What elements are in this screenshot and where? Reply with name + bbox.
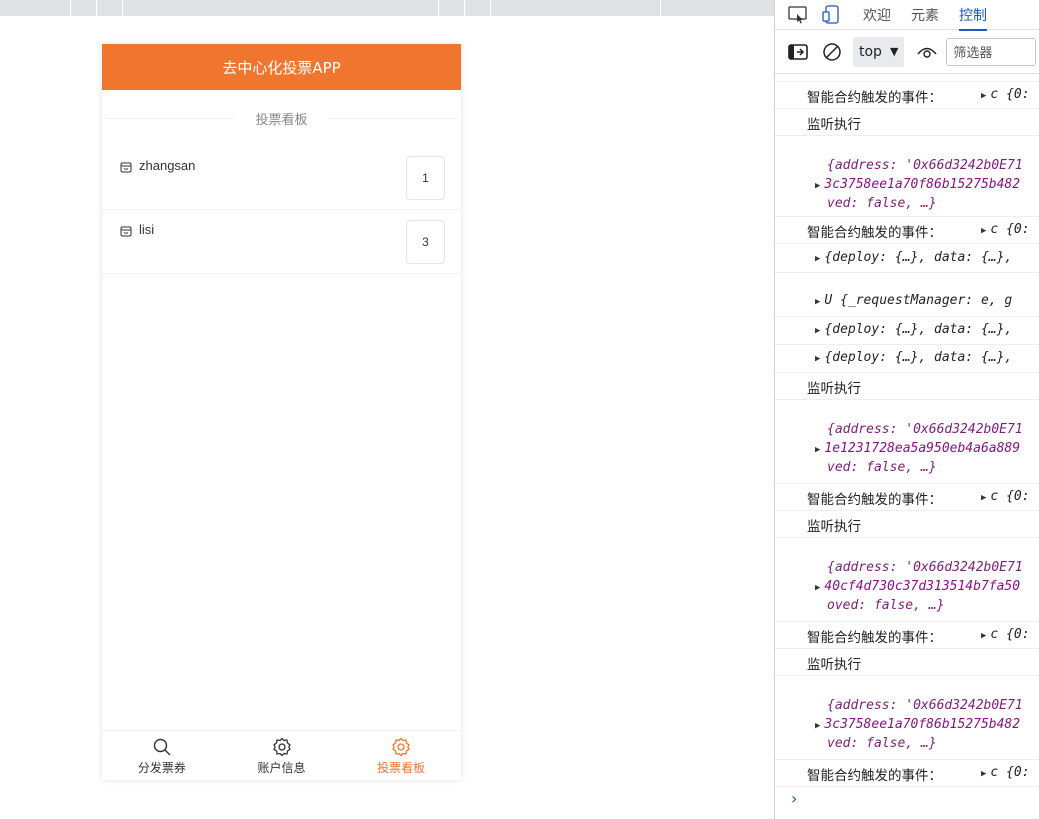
shop-icon — [120, 162, 132, 173]
screen: 去中心化投票APP 投票看板 zhangsan 1 lisi 3 分发票券 账户… — [0, 0, 1039, 819]
address-text: {address: '0x66d3242b0E71 — [827, 698, 1023, 713]
devtools-panel: 欢迎 元素 控制 top ▼ 筛选器 智能合约触发的事件： ▶ c {0: 监听… — [774, 0, 1039, 819]
removed-text: oved: false, …} — [827, 598, 945, 613]
console-line[interactable]: ▶ U {_requestManager: e, g — [775, 273, 1039, 317]
listen-text: 监听执行 — [807, 519, 861, 535]
event-label: 智能合约触发的事件： — [807, 225, 942, 241]
inspect-icon[interactable] — [787, 4, 809, 26]
hash-text: 3c3758ee1a70f86b15275b482 — [824, 177, 1021, 192]
deploy-object: {deploy: {…}, data: {…}, — [824, 350, 1013, 365]
vote-list: zhangsan 1 lisi 3 — [102, 146, 461, 274]
deploy-object: {deploy: {…}, data: {…}, — [824, 322, 1013, 337]
listen-text: 监听执行 — [807, 657, 861, 673]
shop-icon — [120, 226, 132, 237]
tab-console[interactable]: 控制 — [959, 5, 987, 31]
tab-label: 账户信息 — [257, 761, 306, 775]
candidate-name: lisi — [139, 222, 155, 237]
console-line: 监听执行 — [775, 109, 1039, 136]
removed-text: ved: false, …} — [827, 460, 937, 475]
section-title: 投票看板 — [245, 108, 318, 128]
devtools-tabbar: 欢迎 元素 控制 — [775, 0, 1039, 31]
list-item[interactable]: lisi 3 — [102, 210, 461, 274]
list-item[interactable]: zhangsan 1 — [102, 146, 461, 210]
chevron-down-icon: ▼ — [889, 45, 899, 58]
console-line[interactable]: 智能合约触发的事件： ▶ c {0: — [775, 82, 1039, 109]
event-label: 智能合约触发的事件： — [807, 768, 942, 784]
console-line[interactable]: ▶ {deploy: {…}, data: {…}, — [775, 317, 1039, 345]
address-text: {address: '0x66d3242b0E71 — [827, 422, 1023, 437]
device-toggle-icon[interactable] — [821, 4, 843, 26]
tab-welcome[interactable]: 欢迎 — [863, 5, 891, 25]
console-line[interactable]: 智能合约触发的事件： ▶ c {0: — [775, 622, 1039, 649]
console-line[interactable]: 智能合约触发的事件： ▶ c {0: — [775, 217, 1039, 244]
event-object: c {0: — [990, 489, 1030, 504]
listen-text: 监听执行 — [807, 117, 861, 133]
console-line: 监听执行 — [775, 373, 1039, 400]
context-select[interactable]: top ▼ — [853, 36, 905, 67]
gear-icon — [272, 737, 291, 757]
preview-area: 去中心化投票APP 投票看板 zhangsan 1 lisi 3 分发票券 账户… — [0, 0, 774, 819]
vote-count: 1 — [406, 156, 445, 200]
console-line: 监听执行 — [775, 511, 1039, 538]
console-line[interactable]: {address: '0x66d3242b0E71 ▶ 3c3758ee1a70f… — [775, 136, 1039, 217]
tab-distribute-tickets[interactable]: 分发票券 — [102, 731, 222, 780]
console-line[interactable]: 智能合约触发的事件： ▶ c {0: — [775, 760, 1039, 787]
console-line[interactable]: {address: '0x66d3242b0E71 ▶ 1e1231728ea5a… — [775, 400, 1039, 484]
hash-text: 40cf4d730c37d313514b7fa50 — [824, 579, 1021, 594]
section-divider: 投票看板 — [102, 90, 461, 146]
tab-vote-board[interactable]: 投票看板 — [341, 731, 461, 780]
address-text: {address: '0x66d3242b0E71 — [827, 158, 1023, 173]
tab-elements[interactable]: 元素 — [911, 5, 939, 25]
ruler-bar — [0, 0, 774, 16]
console-line: 监听执行 — [775, 649, 1039, 676]
event-object: c {0: — [990, 627, 1030, 642]
console-line[interactable]: ▶ {deploy: {…}, data: {…}, — [775, 244, 1039, 273]
removed-text: ved: false, …} — [827, 196, 937, 211]
console-toolbar: top ▼ 筛选器 — [775, 30, 1039, 74]
hash-text: 1e1231728ea5a950eb4a6a889 — [824, 441, 1021, 456]
event-label: 智能合约触发的事件： — [807, 492, 942, 508]
filter-input[interactable]: 筛选器 — [946, 37, 1037, 66]
request-object: U {_requestManager: e, g — [824, 293, 1013, 308]
console-output: 智能合约触发的事件： ▶ c {0: 监听执行 {address: '0x66d3… — [775, 74, 1039, 787]
deploy-object: {deploy: {…}, data: {…}, — [824, 250, 1013, 265]
tab-label: 投票看板 — [377, 761, 426, 775]
console-prompt-icon[interactable]: › — [791, 789, 797, 808]
console-line[interactable]: {address: '0x66d3242b0E71 ▶ 40cf4d730c37d… — [775, 538, 1039, 622]
console-line[interactable]: ▶ {deploy: {…}, data: {…}, — [775, 345, 1039, 373]
sidebar-toggle-icon[interactable] — [787, 41, 809, 63]
address-text: {address: '0x66d3242b0E71 — [827, 560, 1023, 575]
listen-text: 监听执行 — [807, 381, 861, 397]
event-object: c {0: — [990, 87, 1030, 102]
search-icon — [153, 738, 171, 756]
removed-text: ved: false, …} — [827, 736, 937, 751]
candidate-name: zhangsan — [139, 158, 196, 173]
event-object: c {0: — [990, 765, 1030, 780]
bottom-tabbar: 分发票券 账户信息 投票看板 — [102, 730, 461, 780]
tab-account-info[interactable]: 账户信息 — [222, 731, 342, 780]
eye-icon[interactable] — [916, 41, 938, 63]
clear-console-icon[interactable] — [821, 41, 843, 63]
event-label: 智能合约触发的事件： — [807, 630, 942, 646]
console-line[interactable]: {address: '0x66d3242b0E71 ▶ 3c3758ee1a70f… — [775, 676, 1039, 760]
event-object: c {0: — [990, 222, 1030, 237]
vote-count: 3 — [406, 220, 445, 264]
app-title: 去中心化投票APP — [222, 58, 341, 77]
console-line[interactable]: 智能合约触发的事件： ▶ c {0: — [775, 484, 1039, 511]
console-line — [775, 74, 1039, 82]
gear-icon — [392, 737, 410, 757]
tab-label: 分发票券 — [137, 761, 186, 775]
app-header: 去中心化投票APP — [102, 44, 461, 90]
phone-frame: 去中心化投票APP 投票看板 zhangsan 1 lisi 3 分发票券 账户… — [102, 44, 461, 780]
event-label: 智能合约触发的事件： — [807, 90, 942, 106]
hash-text: 3c3758ee1a70f86b15275b482 — [824, 717, 1021, 732]
context-value: top — [859, 43, 882, 60]
